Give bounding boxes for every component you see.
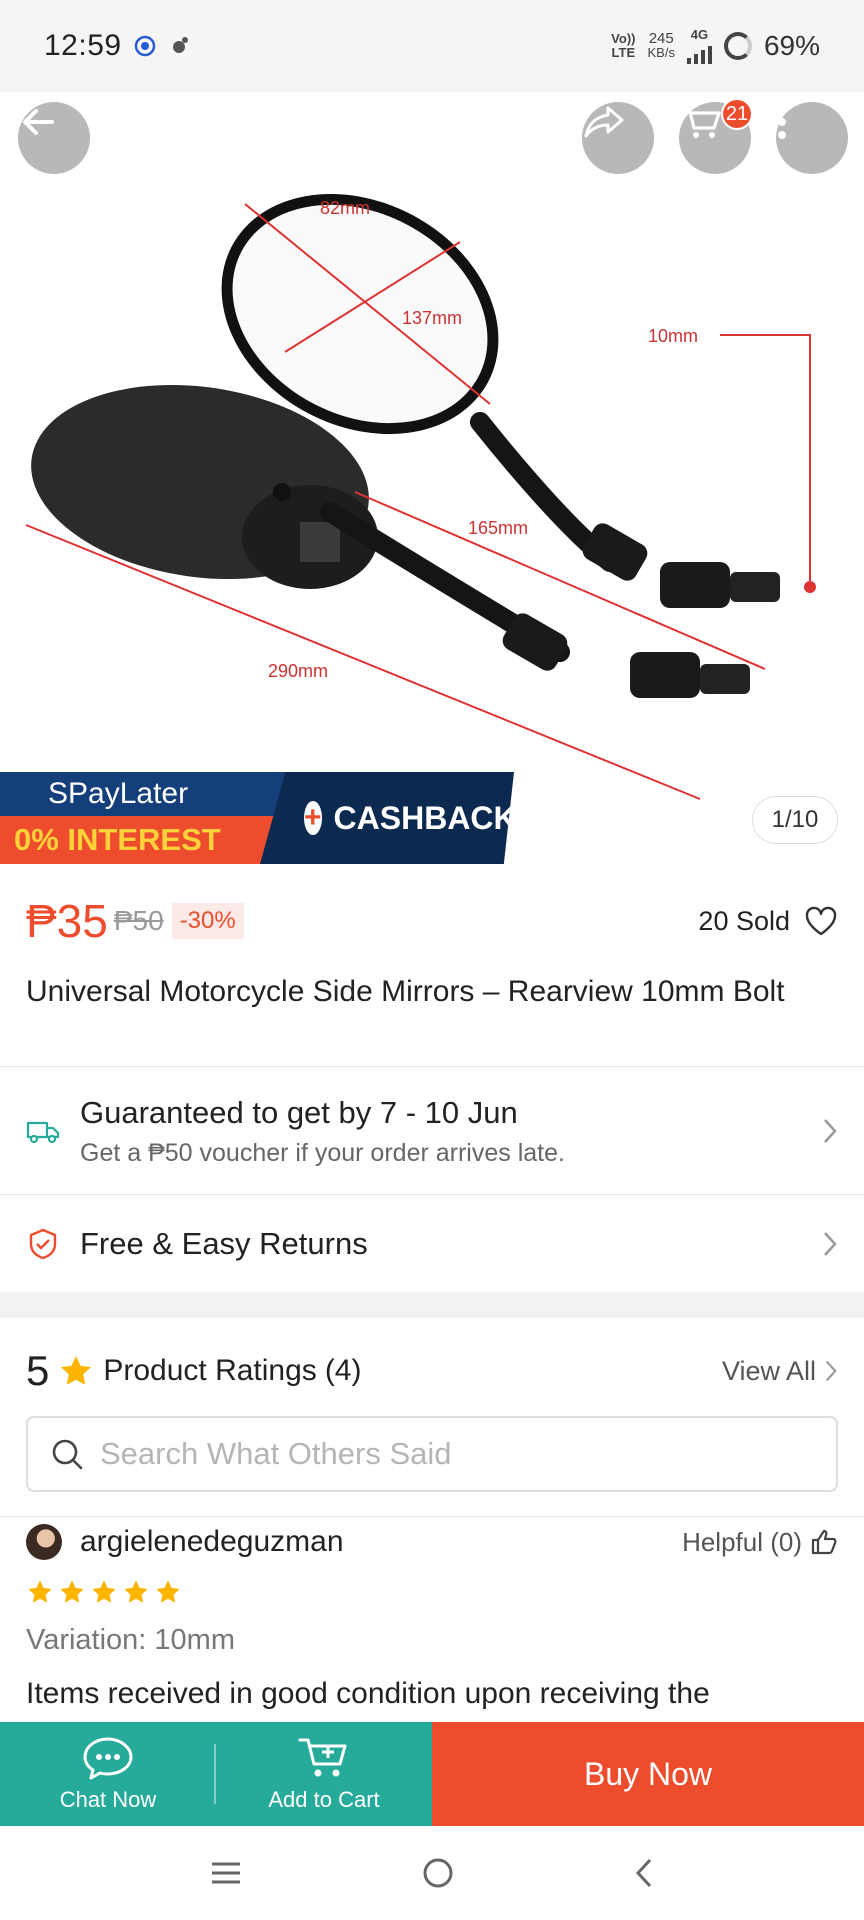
thumbs-up-icon <box>811 1529 837 1555</box>
view-all-ratings-link[interactable]: View All <box>722 1356 838 1387</box>
battery-percent: 69% <box>763 30 820 61</box>
status-bar: 12:59 Vo)) LTE 245 KB/s 4G 69% <box>0 0 864 92</box>
shield-check-icon <box>29 1228 57 1260</box>
price-section: ₱35 ₱50 -30% 20 Sold Universal Motorcycl… <box>0 864 864 1064</box>
divider <box>0 1066 864 1067</box>
volte-indicator: Vo)) LTE <box>611 31 636 60</box>
discount-badge: -30% <box>171 903 244 939</box>
dimension-label-arm: 165mm <box>468 518 528 538</box>
add-to-cart-icon <box>298 1738 347 1777</box>
product-title: Universal Motorcycle Side Mirrors – Rear… <box>26 975 785 1008</box>
avatar <box>26 1524 62 1560</box>
truck-icon <box>26 1121 60 1144</box>
product-image: 82mm 137mm 10mm 165mm 290mm <box>25 193 816 800</box>
chat-now-label: Chat Now <box>59 1787 157 1812</box>
ratings-header: 5 Product Ratings (4) View All <box>0 1340 864 1402</box>
promo-banner[interactable]: SPayLater 0% INTEREST + CASHBACK <box>0 772 514 864</box>
helpful-button[interactable]: Helpful (0) <box>682 1527 838 1558</box>
share-button[interactable] <box>582 102 654 174</box>
messenger-notification-icon <box>134 35 155 57</box>
review-stars <box>26 1578 838 1606</box>
chat-now-button[interactable]: Chat Now <box>0 1722 216 1826</box>
ratings-count: (4) <box>324 1354 362 1387</box>
rating-score: 5 <box>26 1347 50 1394</box>
dimension-label-height: 137mm <box>402 308 462 328</box>
star-icon <box>124 1580 148 1603</box>
cashback-label: CASHBACK <box>333 799 517 836</box>
sold-count: 20 Sold <box>698 905 790 936</box>
add-to-cart-button[interactable]: Add to Cart <box>216 1722 432 1826</box>
cart-count-badge: 21 <box>721 98 753 130</box>
returns-label: Free & Easy Returns <box>80 1226 368 1261</box>
shipping-row[interactable]: Guaranteed to get by 7 - 10 Jun Get a ₱5… <box>0 1068 864 1194</box>
more-vertical-icon <box>778 105 786 139</box>
network-speed: 245 KB/s <box>647 30 675 60</box>
add-to-cart-label: Add to Cart <box>268 1787 380 1812</box>
dimension-label-width: 82mm <box>320 198 370 218</box>
cart-icon <box>680 106 721 138</box>
search-icon <box>52 1439 83 1470</box>
status-time: 12:59 <box>44 29 122 62</box>
divider <box>0 1516 864 1517</box>
more-options-button[interactable] <box>776 102 848 174</box>
section-gap <box>0 1292 864 1318</box>
shipping-voucher-note: Get a ₱50 voucher if your order arrives … <box>80 1138 565 1167</box>
product-image-gallery[interactable]: 82mm 137mm 10mm 165mm 290mm 21 SPayLater… <box>0 92 864 864</box>
shipping-guarantee: Guaranteed to get by 7 - 10 Jun <box>80 1094 518 1130</box>
plus-icon: + <box>304 801 322 835</box>
star-icon <box>28 1580 52 1603</box>
search-placeholder: Search What Others Said <box>100 1436 452 1471</box>
back-button[interactable] <box>18 102 90 174</box>
signal-icon: 4G <box>686 28 712 64</box>
home-icon[interactable] <box>421 1856 455 1890</box>
bottom-action-bar: Chat Now Add to Cart Buy Now <box>0 1722 864 1826</box>
star-icon <box>92 1580 116 1603</box>
chevron-right-icon <box>825 1360 837 1382</box>
returns-row[interactable]: Free & Easy Returns <box>0 1196 864 1292</box>
spaylater-label: SPayLater <box>0 772 286 816</box>
star-icon <box>60 1580 84 1603</box>
reviewer-name: argielenedeguzman <box>80 1525 344 1558</box>
share-icon <box>584 106 624 138</box>
dimension-label-total: 290mm <box>268 661 328 681</box>
system-nav-bar <box>0 1826 864 1920</box>
current-price: ₱35 <box>26 895 108 947</box>
review-search-input[interactable]: Search What Others Said <box>26 1416 838 1492</box>
dimension-label-bolt: 10mm <box>648 326 698 346</box>
cart-button[interactable]: 21 <box>679 98 753 174</box>
chat-icon <box>83 1737 133 1780</box>
back-nav-icon[interactable] <box>632 1856 656 1890</box>
recent-apps-icon[interactable] <box>208 1859 244 1887</box>
review-variation: Variation: 10mm <box>26 1624 235 1656</box>
settings-notification-icon <box>172 37 188 53</box>
buy-now-button[interactable]: Buy Now <box>432 1722 864 1826</box>
arrow-left-icon <box>23 109 54 135</box>
chevron-right-icon <box>824 1232 837 1256</box>
star-icon <box>156 1580 180 1603</box>
original-price: ₱50 <box>113 905 164 936</box>
heart-icon[interactable] <box>804 906 838 936</box>
review-text: Items received in good condition upon re… <box>26 1677 710 1710</box>
review-item: argielenedeguzman Helpful (0) Variation:… <box>0 1520 864 1711</box>
chevron-right-icon <box>824 1119 837 1143</box>
battery-icon <box>723 32 752 60</box>
interest-label: 0% INTEREST <box>0 816 286 864</box>
image-page-counter: 1/10 <box>752 796 838 844</box>
star-icon <box>61 1356 92 1385</box>
ratings-title: Product Ratings <box>103 1354 317 1387</box>
divider <box>0 1194 864 1195</box>
